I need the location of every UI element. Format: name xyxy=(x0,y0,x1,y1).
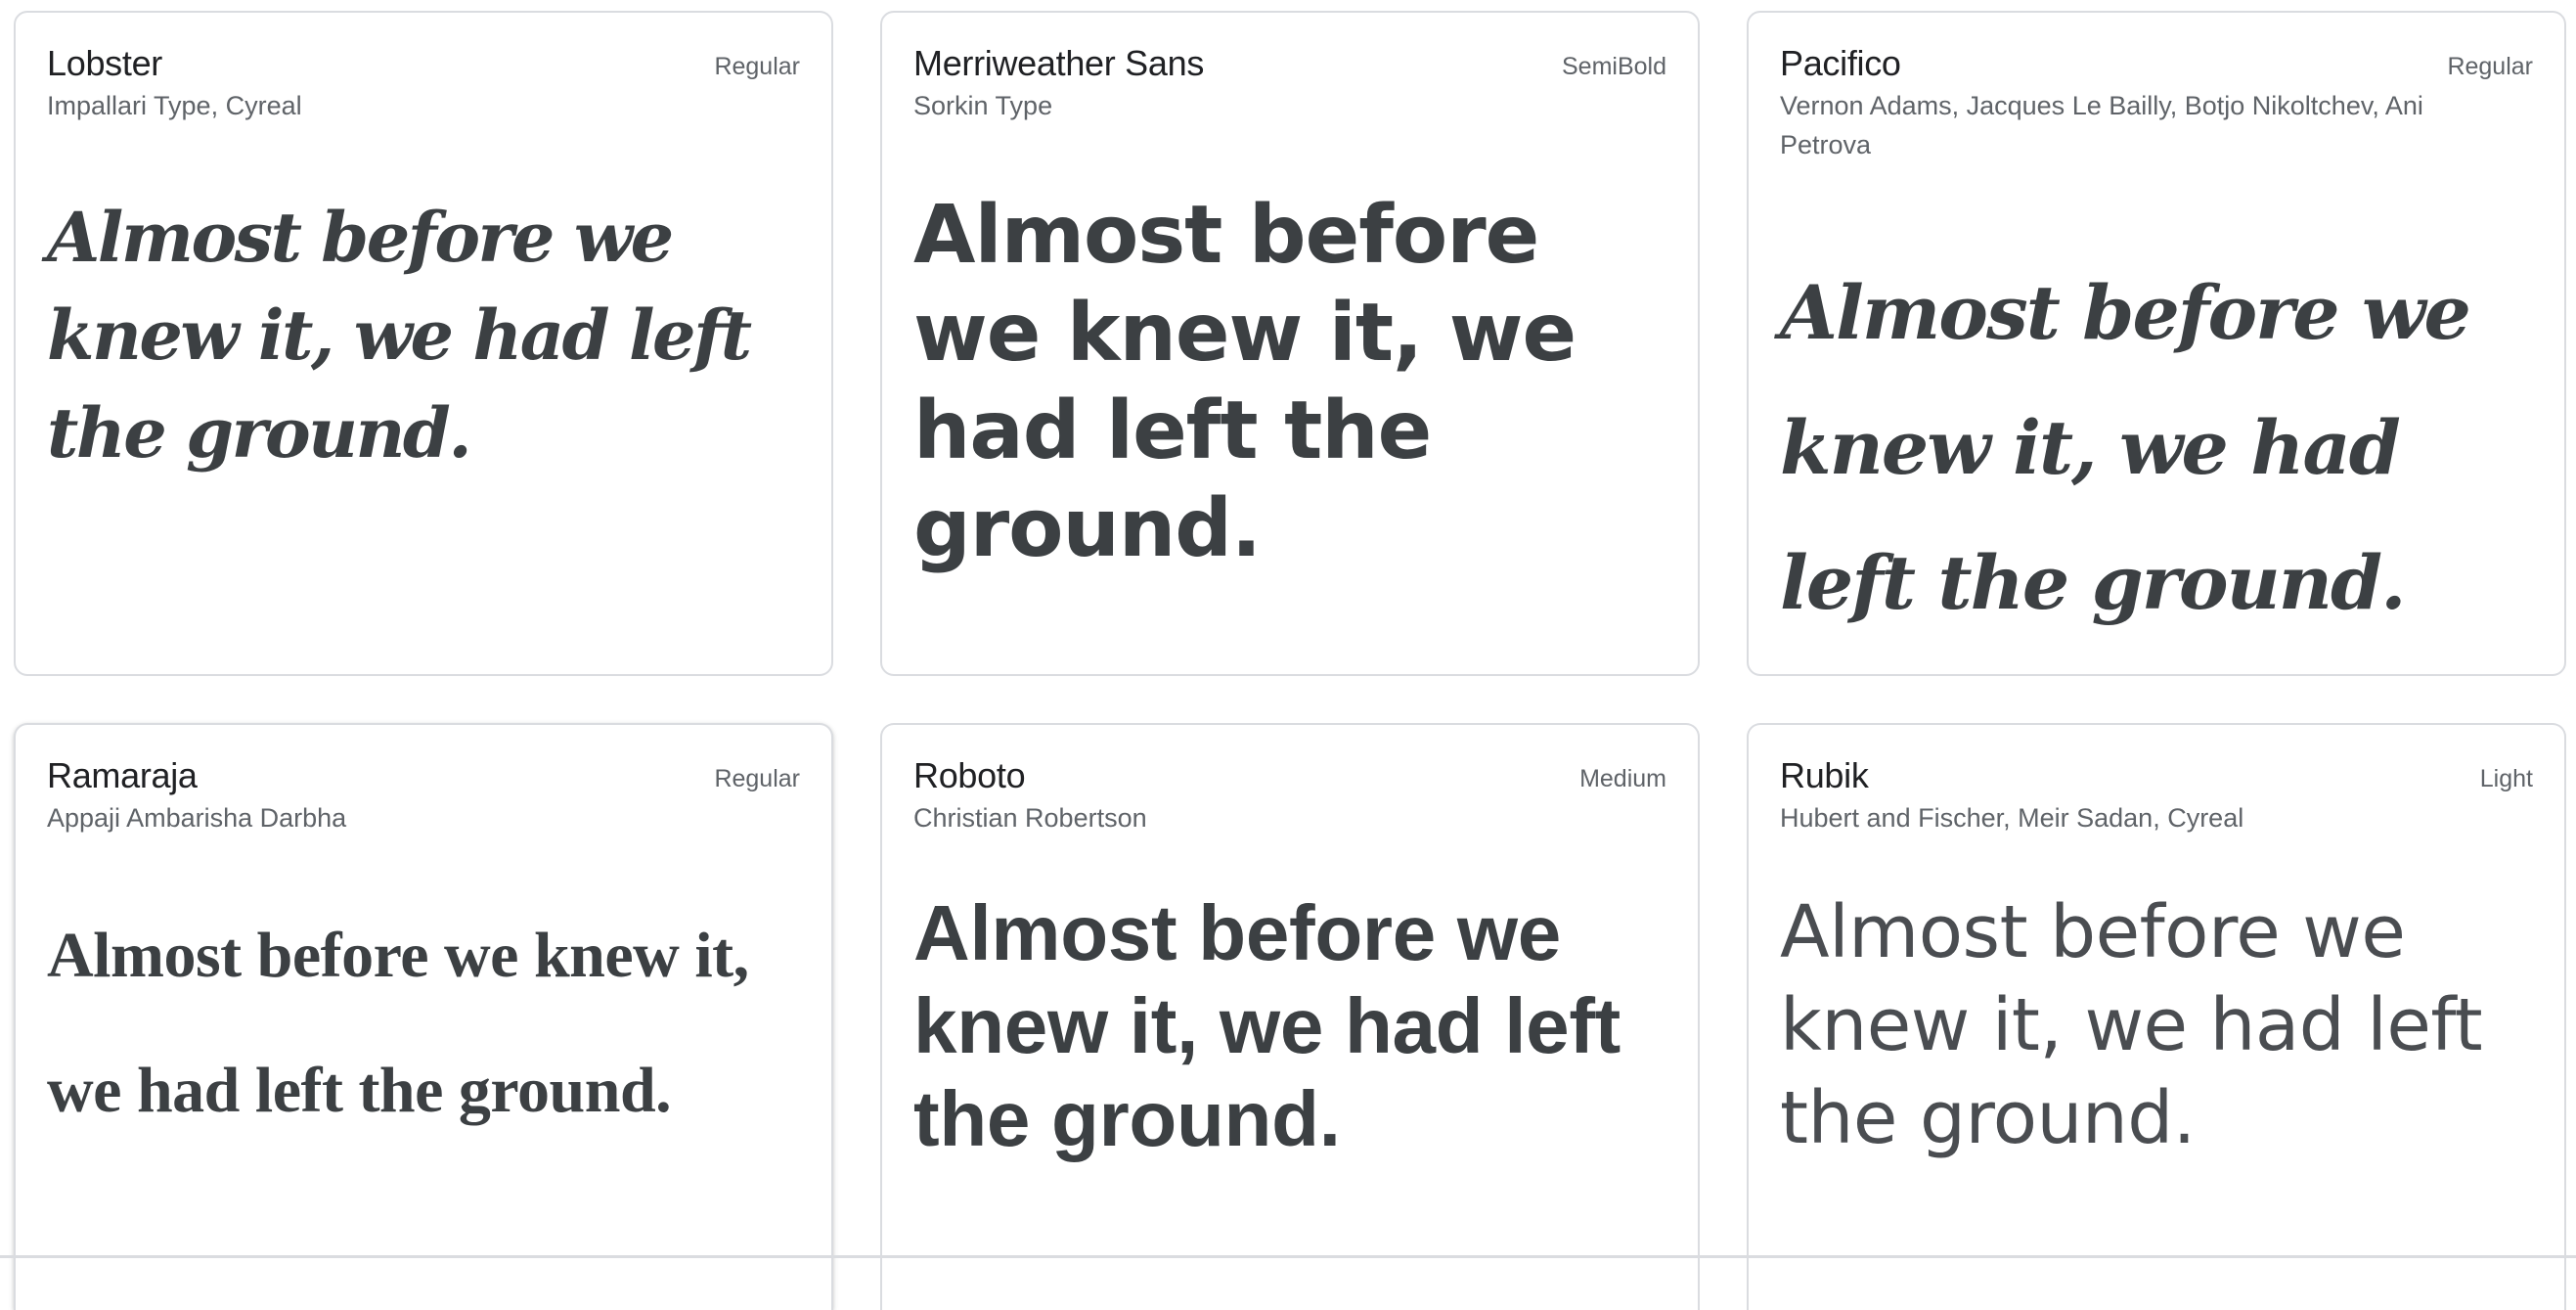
font-card-header: Lobster Regular Impallari Type, Cyreal xyxy=(47,42,800,125)
font-family-name[interactable]: Merriweather Sans xyxy=(913,42,1666,85)
font-family-name[interactable]: Rubik xyxy=(1780,754,2533,797)
font-style-label: Regular xyxy=(2447,53,2533,80)
font-style-label: Light xyxy=(2479,765,2533,792)
font-designers: Christian Robertson xyxy=(913,803,1147,833)
font-family-name[interactable]: Pacifico xyxy=(1780,42,2533,85)
font-card-header: Merriweather Sans SemiBold Sorkin Type xyxy=(913,42,1666,125)
font-card-grid: Lobster Regular Impallari Type, Cyreal A… xyxy=(0,0,2576,1310)
font-card-merriweather-sans[interactable]: Merriweather Sans SemiBold Sorkin Type A… xyxy=(880,11,1700,676)
font-sample-text: Almost before we knew it, we had left th… xyxy=(1780,269,2471,626)
font-family-name[interactable]: Roboto xyxy=(913,754,1666,797)
font-card-header: Roboto Medium Christian Robertson xyxy=(913,754,1666,837)
font-designers: Vernon Adams, Jacques Le Bailly, Botjo N… xyxy=(1780,91,2423,159)
font-card-header: Pacifico Regular Vernon Adams, Jacques L… xyxy=(1780,42,2533,164)
font-card-roboto[interactable]: Roboto Medium Christian Robertson Almost… xyxy=(880,723,1700,1310)
font-sample-text: Almost before we knew it, we had left th… xyxy=(1780,890,2483,1160)
font-card-lobster[interactable]: Lobster Regular Impallari Type, Cyreal A… xyxy=(14,11,833,676)
font-sample-text: Almost before we knew it, we had left th… xyxy=(913,189,1577,575)
font-style-label: Regular xyxy=(714,53,800,80)
font-sample-text: Almost before we knew it, we had left th… xyxy=(47,197,752,474)
font-family-name[interactable]: Lobster xyxy=(47,42,800,85)
font-style-label: Regular xyxy=(714,765,800,792)
font-designers: Sorkin Type xyxy=(913,91,1053,120)
font-sample-text: Almost before we knew it, we had left th… xyxy=(47,920,749,1126)
font-family-name[interactable]: Ramaraja xyxy=(47,754,800,797)
font-designers: Appaji Ambarisha Darbha xyxy=(47,803,347,833)
font-card-header: Rubik Light Hubert and Fischer, Meir Sad… xyxy=(1780,754,2533,837)
font-designers: Hubert and Fischer, Meir Sadan, Cyreal xyxy=(1780,803,2244,833)
font-card-ramaraja[interactable]: Ramaraja Regular Appaji Ambarisha Darbha… xyxy=(14,723,833,1310)
font-card-pacifico[interactable]: Pacifico Regular Vernon Adams, Jacques L… xyxy=(1747,11,2566,676)
font-card-header: Ramaraja Regular Appaji Ambarisha Darbha xyxy=(47,754,800,837)
font-style-label: Medium xyxy=(1579,765,1666,792)
font-style-label: SemiBold xyxy=(1562,53,1666,80)
font-designers: Impallari Type, Cyreal xyxy=(47,91,302,120)
font-card-rubik[interactable]: Rubik Light Hubert and Fischer, Meir Sad… xyxy=(1747,723,2566,1310)
font-sample-text: Almost before we knew it, we had left th… xyxy=(913,889,1621,1162)
